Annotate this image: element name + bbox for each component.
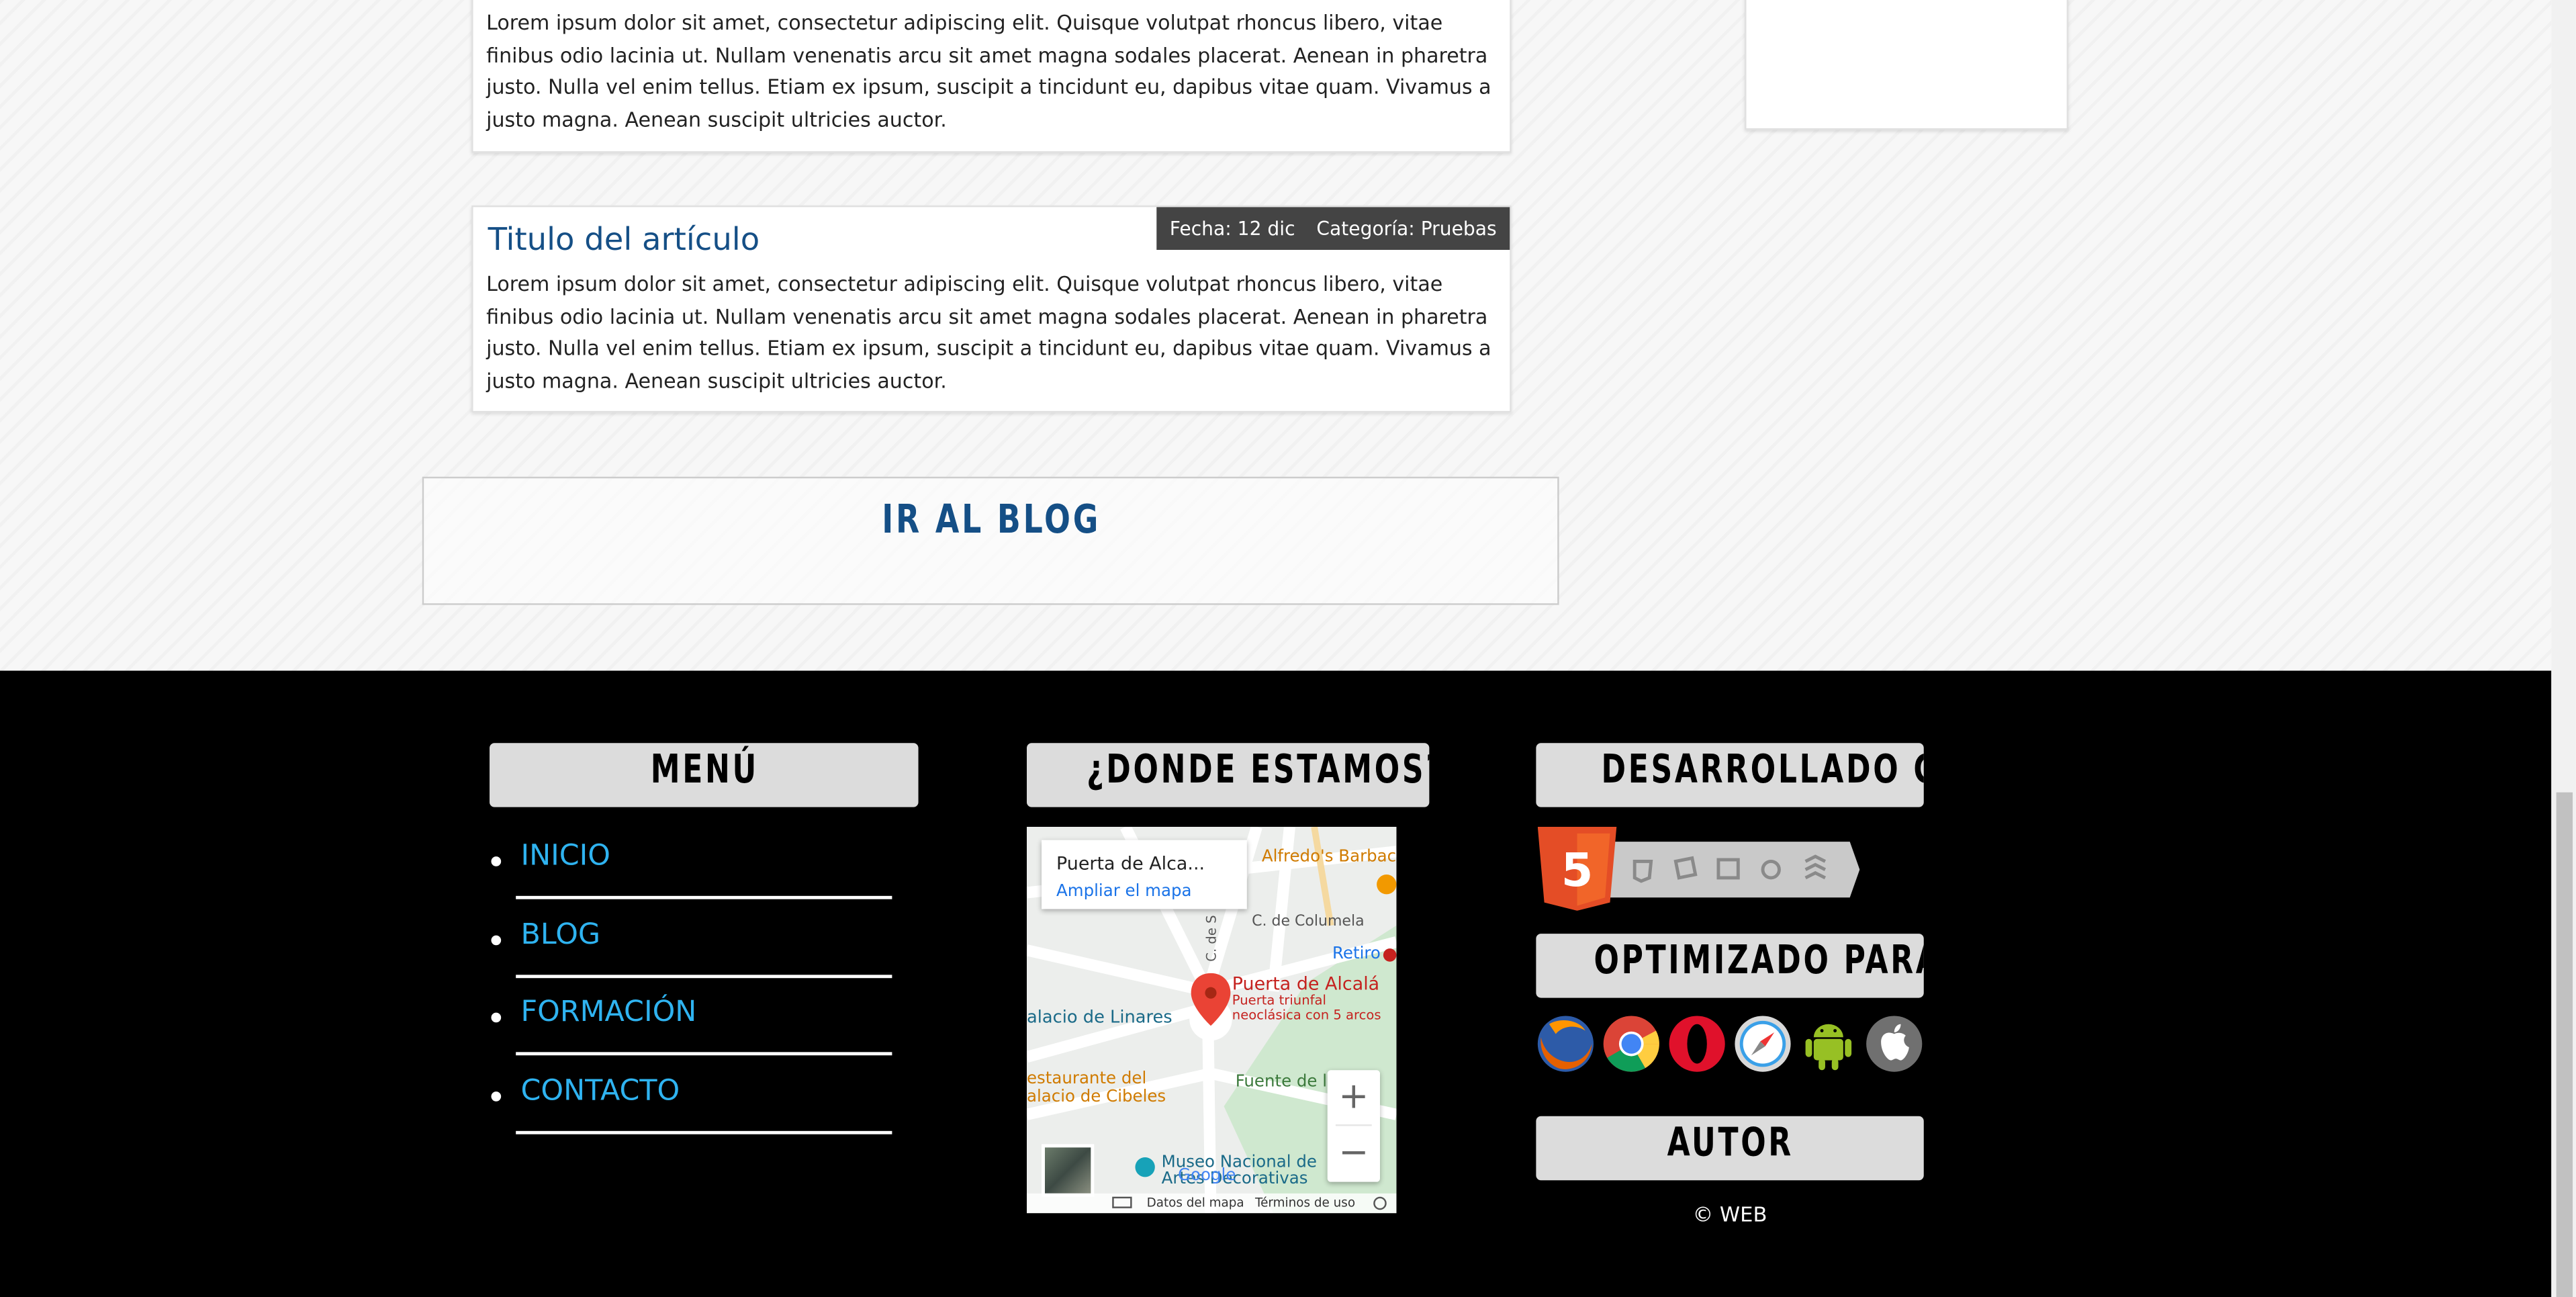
zoom-out-button[interactable]: −: [1328, 1126, 1380, 1180]
article-category-label: Categoría:: [1316, 217, 1415, 240]
scrollbar-thumb[interactable]: [2556, 792, 2573, 1297]
map-pin-sublabel: neoclásica con 5 arcos: [1232, 1008, 1381, 1023]
article-card: Titulo del artículo Fecha: 12 dic Categor…: [471, 205, 1512, 413]
article-card: Lorem ipsum dolor sit amet, consectetur …: [471, 0, 1512, 153]
map-footer: Datos del mapa Términos de uso: [1027, 1193, 1397, 1214]
article-title[interactable]: Titulo del artículo: [488, 222, 760, 258]
footer-menu-item: BLOG: [490, 900, 901, 978]
divider: [516, 895, 892, 899]
opera-icon: [1669, 1016, 1725, 1072]
chrome-icon: [1603, 1016, 1659, 1072]
map-enlarge-link[interactable]: Ampliar el mapa: [1056, 883, 1191, 901]
map-zoom-control: + −: [1327, 1070, 1380, 1182]
footer-menu-heading: MENÚ: [490, 743, 919, 807]
apple-icon: [1866, 1016, 1923, 1072]
sidebar-widget: [1745, 0, 2069, 130]
bullet-icon: [491, 856, 502, 866]
footer-optimized-heading: OPTIMIZADO PARA: [1536, 934, 1924, 998]
footer-menu-list: INICIO BLOG FORMACIÓN CONTACTO: [490, 822, 901, 1134]
footer-menu-link-inicio[interactable]: INICIO: [521, 840, 611, 873]
footer-author-heading-text: AUTOR: [1666, 1119, 1794, 1166]
map-pin-sublabel: Puerta triunfal: [1232, 993, 1326, 1008]
article-text: Lorem ipsum dolor sit amet, consectetur …: [486, 273, 1491, 393]
go-to-blog-button[interactable]: IR AL BLOG: [422, 476, 1559, 605]
bullet-icon: [491, 1012, 502, 1023]
map-label: C. de S: [1204, 915, 1220, 962]
bullet-icon: [491, 1090, 502, 1101]
bullet-icon: [491, 934, 502, 945]
copyright-text: © WEB: [1692, 1202, 1767, 1226]
android-icon: [1805, 1024, 1852, 1071]
footer-tech-heading: DESARROLLADO CON: [1536, 743, 1924, 807]
report-error-icon[interactable]: [1373, 1196, 1387, 1210]
html5-number: 5: [1561, 844, 1594, 897]
map-label: Fuente de l: [1235, 1073, 1328, 1092]
divider: [516, 974, 892, 977]
satellite-view-toggle[interactable]: [1042, 1144, 1095, 1197]
footer-tech-heading-text: DESARROLLADO CON: [1601, 746, 1923, 793]
firefox-icon: [1537, 1016, 1594, 1072]
embedded-map[interactable]: Puerta de Alca... Ampliar el mapa Alfred…: [1027, 827, 1397, 1214]
map-label: estaurante del: [1027, 1070, 1147, 1089]
map-label: C. de Columela: [1252, 913, 1365, 931]
footer-menu-item: CONTACTO: [490, 1056, 901, 1134]
content-area: Lorem ipsum dolor sit amet, consectetur …: [0, 0, 2552, 671]
footer-optimized-heading-text: OPTIMIZADO PARA: [1594, 937, 1924, 983]
map-label: alacio de Linares: [1027, 1008, 1172, 1028]
map-data-link[interactable]: Datos del mapa: [1147, 1194, 1244, 1213]
footer-menu-link-blog[interactable]: BLOG: [521, 918, 601, 951]
map-pin-label: Puerta de Alcalá: [1232, 973, 1380, 995]
keyboard-icon[interactable]: [1112, 1196, 1132, 1208]
footer-menu-item: INICIO: [490, 822, 901, 900]
safari-icon: [1735, 1016, 1791, 1072]
footer-menu-heading-text: MENÚ: [649, 746, 758, 793]
article-category-link[interactable]: Pruebas: [1421, 217, 1497, 240]
page-viewport: Lorem ipsum dolor sit amet, consectetur …: [0, 0, 2576, 1297]
map-label: Retiro: [1332, 945, 1381, 964]
footer-location-heading-text: ¿DONDE ESTAMOS?: [1087, 746, 1430, 793]
footer-menu-link-formacion[interactable]: FORMACIÓN: [521, 996, 697, 1029]
footer-location-heading: ¿DONDE ESTAMOS?: [1027, 743, 1430, 807]
go-to-blog-label: IR AL BLOG: [881, 496, 1101, 543]
map-place-title: Puerta de Alca...: [1056, 853, 1205, 875]
divider: [516, 1130, 892, 1134]
article-date: Fecha: 12 dic: [1169, 217, 1295, 240]
map-info-box: Puerta de Alca... Ampliar el mapa: [1042, 840, 1247, 909]
map-label: alacio de Cibeles: [1027, 1088, 1166, 1107]
footer-menu-link-contacto[interactable]: CONTACTO: [521, 1074, 680, 1107]
html5-badge: 5: [1537, 827, 1860, 911]
divider: [516, 1052, 892, 1056]
google-logo: Google: [1178, 1167, 1236, 1186]
map-terms-link[interactable]: Términos de uso: [1255, 1194, 1355, 1213]
article-meta: Fecha: 12 dic Categoría: Pruebas: [1156, 207, 1510, 251]
article-text: Lorem ipsum dolor sit amet, consectetur …: [486, 11, 1491, 132]
footer-menu-item: FORMACIÓN: [490, 978, 901, 1056]
footer-author-heading: AUTOR: [1536, 1116, 1924, 1181]
zoom-in-button[interactable]: +: [1328, 1070, 1380, 1124]
map-label: Alfredo's Barbac: [1261, 848, 1397, 866]
